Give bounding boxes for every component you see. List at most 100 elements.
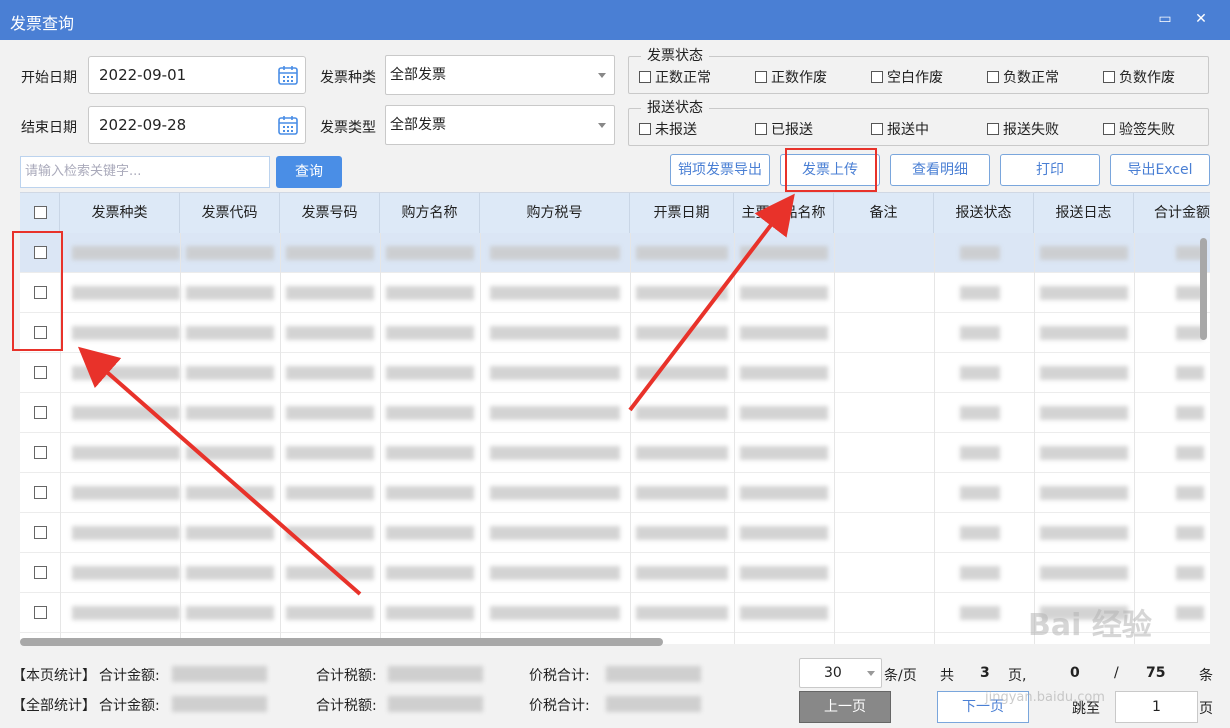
table-row[interactable] xyxy=(20,273,1210,313)
redacted-cell xyxy=(72,606,180,620)
redacted-cell xyxy=(636,246,728,260)
redacted-cell xyxy=(740,366,828,380)
redacted-cell xyxy=(72,326,180,340)
column-header[interactable]: 报送日志 xyxy=(1034,193,1134,233)
row-checkbox[interactable] xyxy=(34,566,47,579)
checkbox-label: 报送失败 xyxy=(1003,122,1059,138)
checkbox[interactable] xyxy=(987,123,999,135)
status-positive-normal[interactable]: 正数正常 xyxy=(639,69,711,87)
checkbox-label: 负数正常 xyxy=(1003,70,1059,86)
calendar-icon[interactable] xyxy=(277,64,299,86)
view-detail-button[interactable]: 查看明细 xyxy=(890,154,990,186)
redacted-cell xyxy=(1040,486,1128,500)
report-sending[interactable]: 报送中 xyxy=(871,121,929,139)
search-input[interactable]: 请输入检索关键字... xyxy=(20,156,270,188)
table-row[interactable] xyxy=(20,353,1210,393)
row-checkbox[interactable] xyxy=(34,446,47,459)
print-button[interactable]: 打印 xyxy=(1000,154,1100,186)
report-sign-failed[interactable]: 验签失败 xyxy=(1103,121,1175,139)
row-checkbox[interactable] xyxy=(34,486,47,499)
table-row[interactable] xyxy=(20,553,1210,593)
invoice-status-legend: 发票状态 xyxy=(641,47,709,65)
checkbox[interactable] xyxy=(1103,123,1115,135)
checkbox[interactable] xyxy=(987,71,999,83)
row-checkbox[interactable] xyxy=(34,526,47,539)
table-row[interactable] xyxy=(20,233,1210,273)
column-header[interactable]: 主要商品名称 xyxy=(734,193,834,233)
redacted-cell xyxy=(740,246,828,260)
redacted-cell xyxy=(490,486,620,500)
export-excel-button[interactable]: 导出Excel xyxy=(1110,154,1210,186)
redacted-cell xyxy=(1040,406,1128,420)
column-header[interactable]: 合计金额 xyxy=(1134,193,1210,233)
calendar-icon[interactable] xyxy=(277,114,299,136)
checkbox[interactable] xyxy=(755,123,767,135)
maximize-icon[interactable]: ▭ xyxy=(1154,8,1176,30)
jump-page-input[interactable]: 1 xyxy=(1115,691,1198,723)
all-tax-label: 合计税额: xyxy=(316,698,377,714)
table-row[interactable] xyxy=(20,433,1210,473)
page-size-select[interactable]: 30 xyxy=(799,658,882,688)
invoice-kind-label: 发票种类 xyxy=(320,70,376,86)
table-row[interactable] xyxy=(20,473,1210,513)
highlight-checkbox-column xyxy=(12,231,63,351)
row-checkbox[interactable] xyxy=(34,606,47,619)
query-button[interactable]: 查询 xyxy=(276,156,342,188)
checkbox[interactable] xyxy=(871,71,883,83)
close-icon[interactable]: ✕ xyxy=(1190,8,1212,30)
redacted-cell xyxy=(490,566,620,580)
status-negative-normal[interactable]: 负数正常 xyxy=(987,69,1059,87)
status-positive-void[interactable]: 正数作废 xyxy=(755,69,827,87)
column-header[interactable]: 购方税号 xyxy=(480,193,630,233)
redacted-value xyxy=(172,666,267,682)
select-all-cell[interactable] xyxy=(20,193,60,233)
redacted-cell xyxy=(386,526,474,540)
row-checkbox[interactable] xyxy=(34,406,47,419)
column-header[interactable]: 发票号码 xyxy=(280,193,380,233)
vertical-scrollbar[interactable] xyxy=(1200,238,1207,340)
checkbox[interactable] xyxy=(755,71,767,83)
checkbox[interactable] xyxy=(639,123,651,135)
highlight-upload-button xyxy=(785,148,877,192)
chevron-down-icon xyxy=(867,671,875,676)
redacted-cell xyxy=(286,246,374,260)
column-header[interactable]: 开票日期 xyxy=(630,193,734,233)
report-failed[interactable]: 报送失败 xyxy=(987,121,1059,139)
checkbox[interactable] xyxy=(1103,71,1115,83)
redacted-cell xyxy=(386,446,474,460)
invoice-kind-select[interactable]: 全部发票 xyxy=(385,55,615,95)
redacted-cell xyxy=(1176,406,1204,420)
redacted-cell xyxy=(186,246,274,260)
column-header[interactable]: 发票种类 xyxy=(60,193,180,233)
redacted-cell xyxy=(1040,326,1128,340)
redacted-cell xyxy=(286,486,374,500)
column-header[interactable]: 备注 xyxy=(834,193,934,233)
start-date-field[interactable]: 2022-09-01 xyxy=(88,56,306,94)
report-sent[interactable]: 已报送 xyxy=(755,121,813,139)
select-all-checkbox[interactable] xyxy=(34,206,47,219)
column-header[interactable]: 购方名称 xyxy=(380,193,480,233)
status-negative-void[interactable]: 负数作废 xyxy=(1103,69,1175,87)
export-sales-invoice-button[interactable]: 销项发票导出 xyxy=(670,154,770,186)
watermark-url: jingyan.baidu.com xyxy=(985,690,1105,705)
row-checkbox[interactable] xyxy=(34,366,47,379)
table-row[interactable] xyxy=(20,313,1210,353)
column-header[interactable]: 发票代码 xyxy=(180,193,280,233)
table-row[interactable] xyxy=(20,513,1210,553)
end-date-field[interactable]: 2022-09-28 xyxy=(88,106,306,144)
redacted-cell xyxy=(740,286,828,300)
horizontal-scrollbar[interactable] xyxy=(20,638,663,646)
redacted-cell xyxy=(960,246,1000,260)
column-header[interactable]: 报送状态 xyxy=(934,193,1034,233)
redacted-cell xyxy=(72,526,180,540)
invoice-type-select[interactable]: 全部发票 xyxy=(385,105,615,145)
prev-page-button[interactable]: 上一页 xyxy=(799,691,891,723)
redacted-value xyxy=(388,666,483,682)
table-row[interactable] xyxy=(20,393,1210,433)
checkbox[interactable] xyxy=(639,71,651,83)
report-not-sent[interactable]: 未报送 xyxy=(639,121,697,139)
redacted-cell xyxy=(286,526,374,540)
invoice-type-label: 发票类型 xyxy=(320,120,376,136)
checkbox[interactable] xyxy=(871,123,883,135)
status-blank-void[interactable]: 空白作废 xyxy=(871,69,943,87)
